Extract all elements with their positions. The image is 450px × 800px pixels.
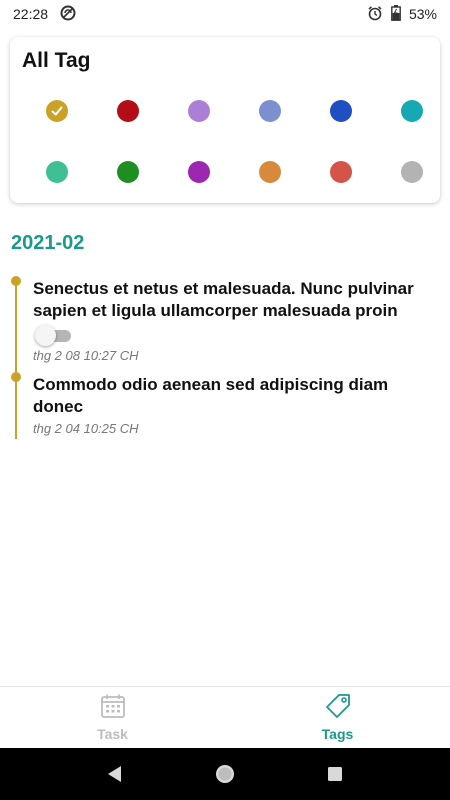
bottom-nav: Task Tags bbox=[0, 686, 450, 748]
month-heading: 2021-02 bbox=[11, 232, 85, 254]
tag-color-swatch[interactable] bbox=[188, 100, 210, 122]
sync-icon bbox=[60, 5, 76, 24]
timeline-line bbox=[15, 281, 17, 439]
task-title: Senectus et netus et malesuada. Nunc pul… bbox=[33, 279, 414, 320]
tag-color-grid bbox=[10, 95, 440, 195]
battery-percent: 53% bbox=[408, 6, 437, 22]
tag-color-swatch[interactable] bbox=[46, 100, 68, 122]
tag-card-title: All Tag bbox=[22, 49, 91, 72]
check-icon bbox=[51, 106, 63, 116]
tag-color-swatch[interactable] bbox=[401, 100, 423, 122]
back-icon bbox=[108, 766, 121, 782]
tag-color-swatch[interactable] bbox=[259, 161, 281, 183]
home-button[interactable] bbox=[205, 754, 245, 794]
status-time: 22:28 bbox=[13, 6, 49, 22]
task-item[interactable]: Senectus et netus et malesuada. Nunc pul… bbox=[33, 278, 433, 363]
tag-color-swatch[interactable] bbox=[117, 100, 139, 122]
task-date: thg 2 04 10:25 CH bbox=[33, 421, 139, 436]
tag-color-swatch[interactable] bbox=[330, 161, 352, 183]
status-bar: 22:28 53% bbox=[0, 0, 450, 28]
tag-color-swatch[interactable] bbox=[46, 161, 68, 183]
nav-label: Tags bbox=[321, 726, 354, 742]
task-title: Commodo odio aenean sed adipiscing diam … bbox=[33, 375, 389, 416]
task-item[interactable]: Commodo odio aenean sed adipiscing diam … bbox=[33, 374, 433, 436]
recents-icon bbox=[328, 767, 342, 781]
tag-color-swatch[interactable] bbox=[188, 161, 210, 183]
tag-color-swatch[interactable] bbox=[401, 161, 423, 183]
battery-icon bbox=[391, 4, 401, 24]
task-date: thg 2 08 10:27 CH bbox=[33, 348, 139, 363]
tag-color-swatch[interactable] bbox=[259, 100, 281, 122]
tag-icon bbox=[325, 693, 351, 724]
toggle-thumb bbox=[35, 325, 56, 346]
home-icon bbox=[216, 765, 234, 783]
recents-button[interactable] bbox=[315, 754, 355, 794]
system-nav-bar bbox=[0, 748, 450, 800]
nav-tab-task[interactable]: Task bbox=[0, 687, 225, 748]
tag-color-swatch[interactable] bbox=[330, 100, 352, 122]
task-toggle[interactable] bbox=[33, 325, 71, 346]
timeline-dot bbox=[11, 276, 21, 286]
calendar-icon bbox=[100, 693, 126, 724]
tag-color-swatch[interactable] bbox=[117, 161, 139, 183]
nav-tab-tags[interactable]: Tags bbox=[225, 687, 450, 748]
tag-card: All Tag bbox=[10, 37, 440, 203]
timeline-dot bbox=[11, 372, 21, 382]
back-button[interactable] bbox=[95, 754, 135, 794]
nav-label: Task bbox=[97, 726, 128, 742]
alarm-icon bbox=[367, 5, 383, 24]
